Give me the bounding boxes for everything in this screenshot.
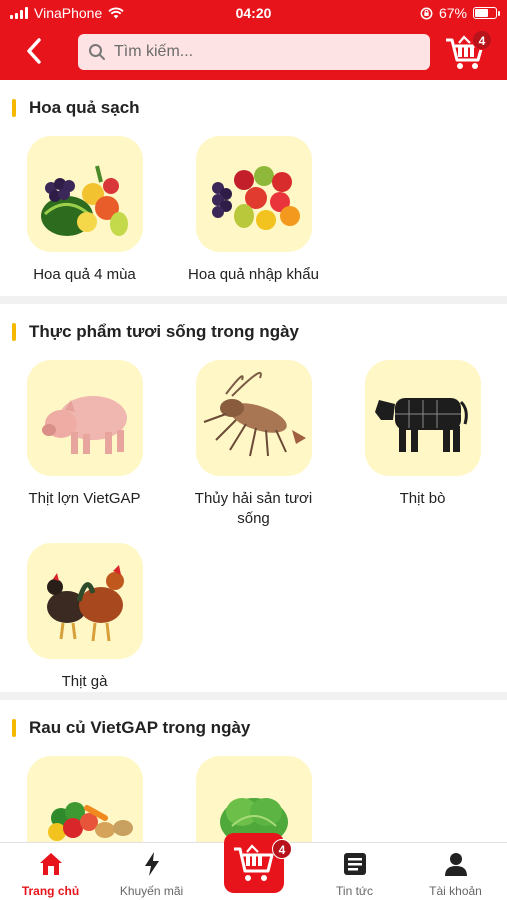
- status-bar: VinaPhone 04:20 67%: [0, 0, 507, 28]
- cart-count-badge: 4: [272, 839, 292, 859]
- category-image-cow: [364, 360, 481, 476]
- section-fruits: Hoa quả sạch Hoa quả 4 mùa Hoa quả nhập …: [0, 80, 507, 296]
- category-label: Hoa quả 4 mùa: [33, 266, 136, 283]
- category-list: Hoa quả sạch Hoa quả 4 mùa Hoa quả nhập …: [0, 80, 507, 842]
- section-vegetables: Rau củ VietGAP trong ngày: [0, 700, 507, 842]
- category-label: Thủy hải sản tươi sống: [194, 490, 313, 527]
- news-icon: [343, 853, 366, 875]
- section-divider: [0, 692, 507, 700]
- nav-label: Tài khoản: [429, 884, 482, 898]
- nav-account[interactable]: Tài khoản: [405, 843, 506, 900]
- nav-label: Khuyến mãi: [119, 884, 184, 898]
- category-image-imported-fruits: [195, 136, 312, 252]
- section-title: Thực phẩm tươi sống trong ngày: [0, 304, 507, 360]
- battery-percent: 67%: [438, 5, 467, 21]
- category-item-vegetables[interactable]: [0, 756, 169, 842]
- account-icon: [444, 853, 467, 876]
- category-label: Thịt gà: [61, 673, 108, 690]
- category-image-pig: [26, 360, 143, 476]
- nav-home[interactable]: Trang chủ: [0, 843, 101, 900]
- cart-button[interactable]: 4: [444, 30, 492, 72]
- section-title: Rau củ VietGAP trong ngày: [0, 700, 507, 756]
- nav-label: Tin tức: [336, 884, 373, 898]
- nav-promotions[interactable]: Khuyến mãi: [101, 843, 202, 900]
- back-button[interactable]: [20, 34, 50, 68]
- search-icon: [89, 44, 105, 60]
- category-label: Hoa quả nhập khẩu: [188, 266, 319, 283]
- app-screen: VinaPhone 04:20 67% 4: [0, 0, 507, 900]
- category-grid: Thịt lợn VietGAP Thủy hải sản tươi sống …: [0, 360, 507, 692]
- category-grid: [0, 756, 507, 842]
- top-bar: VinaPhone 04:20 67% 4: [0, 0, 507, 80]
- battery-icon: [473, 7, 500, 19]
- lightning-icon: [144, 852, 159, 876]
- home-icon: [39, 853, 62, 875]
- orientation-lock-icon: [420, 7, 433, 19]
- category-image-chickens: [26, 543, 143, 659]
- status-right: 67%: [420, 5, 500, 21]
- battery-fill: [475, 9, 488, 17]
- category-label: Thịt lợn VietGAP: [28, 490, 141, 507]
- category-label: Thịt bò: [399, 490, 446, 507]
- category-item-fruits-4-seasons[interactable]: Hoa quả 4 mùa: [0, 136, 169, 285]
- category-item-seafood[interactable]: Thủy hải sản tươi sống: [169, 360, 338, 529]
- category-image-lettuce: [195, 756, 312, 842]
- category-grid: Hoa quả 4 mùa Hoa quả nhập khẩu: [0, 136, 507, 285]
- category-image-vegetables: [26, 756, 143, 842]
- search-bar[interactable]: [78, 34, 430, 70]
- cart-fab-button[interactable]: 4: [224, 833, 292, 893]
- section-divider: [0, 296, 507, 304]
- category-item-pork[interactable]: Thịt lợn VietGAP: [0, 360, 169, 529]
- section-fresh-food: Thực phẩm tươi sống trong ngày Thịt lợn …: [0, 304, 507, 692]
- category-item-lettuce[interactable]: [169, 756, 338, 842]
- category-image-lobster: [195, 360, 312, 476]
- cart-count-badge: 4: [472, 30, 492, 50]
- chevron-left-icon: [27, 38, 41, 64]
- category-item-imported-fruits[interactable]: Hoa quả nhập khẩu: [169, 136, 338, 285]
- search-input[interactable]: [114, 43, 414, 61]
- section-title: Hoa quả sạch: [0, 80, 507, 136]
- category-image-mixed-fruit: [26, 136, 143, 252]
- category-item-beef[interactable]: Thịt bò: [338, 360, 507, 529]
- category-item-chicken[interactable]: Thịt gà: [0, 543, 169, 692]
- nav-label: Trang chủ: [21, 884, 80, 898]
- nav-news[interactable]: Tin tức: [304, 843, 405, 900]
